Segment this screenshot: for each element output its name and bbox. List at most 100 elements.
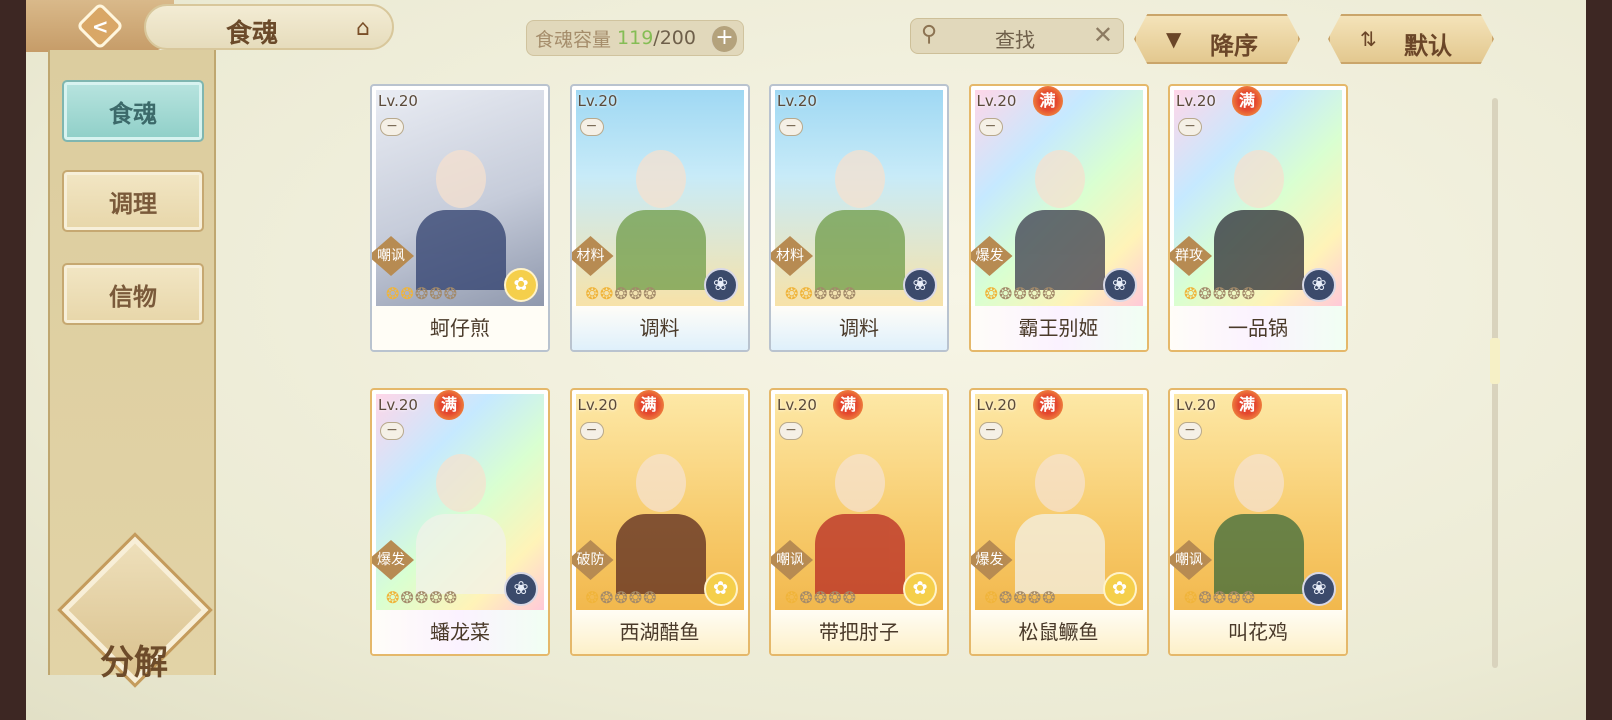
- triangle-down-icon: ▼: [1166, 27, 1182, 51]
- food-soul-card[interactable]: Lv.20 满 − 破防 ❂❂❂❂❂ ✿ 西湖醋鱼: [569, 388, 750, 656]
- element-icon: ❀: [703, 268, 738, 302]
- star-rating: ❂❂❂❂❂: [785, 284, 858, 303]
- search-input[interactable]: ⚲ 查找 ✕: [910, 18, 1124, 54]
- page-title: 食魂: [226, 19, 279, 49]
- character-portrait: [805, 120, 915, 290]
- card-level: Lv.20: [577, 92, 618, 110]
- element-icon: ❀: [504, 572, 538, 606]
- sort-order-label: 降序: [1210, 32, 1258, 60]
- remove-icon[interactable]: −: [380, 118, 404, 136]
- food-soul-card[interactable]: Lv.20 − 材料 ❂❂❂❂❂ ❀ 调料: [569, 84, 750, 352]
- back-arrow-icon: <: [75, 1, 125, 51]
- full-badge: 满: [833, 390, 863, 420]
- food-soul-card[interactable]: Lv.20 满 − 群攻 ❂❂❂❂❂ ❀ 一品锅: [1168, 84, 1348, 352]
- full-badge: 满: [434, 390, 464, 420]
- food-soul-card[interactable]: Lv.20 − 嘲讽 ❂❂❂❂❂ ✿ 蚵仔煎: [370, 84, 550, 352]
- remove-icon[interactable]: −: [978, 118, 1003, 136]
- card-level: Lv.20: [378, 396, 418, 414]
- sidebar-item-shihun[interactable]: 食魂: [62, 80, 204, 142]
- remove-icon[interactable]: −: [978, 422, 1003, 440]
- card-name: 蚵仔煎: [372, 306, 548, 350]
- card-level: Lv.20: [976, 92, 1017, 110]
- capacity-display: 食魂容量 119 / 200 +: [526, 20, 744, 56]
- card-name: 蟠龙菜: [372, 610, 548, 654]
- star-rating: ❂❂❂❂❂: [386, 284, 459, 303]
- full-badge: 满: [1232, 390, 1262, 420]
- character-portrait: [1005, 120, 1115, 290]
- element-icon: ❀: [903, 268, 937, 302]
- element-icon: ❀: [1102, 268, 1137, 302]
- element-icon: ❀: [1302, 572, 1336, 606]
- full-badge: 满: [1232, 86, 1262, 116]
- food-soul-card[interactable]: Lv.20 满 − 爆发 ❂❂❂❂❂ ✿ 松鼠鳜鱼: [968, 388, 1149, 656]
- search-placeholder: 查找: [995, 28, 1035, 52]
- element-icon: ✿: [504, 268, 538, 302]
- character-portrait: [1204, 424, 1314, 594]
- title-tab: 食魂 ⌂: [144, 4, 394, 50]
- character-portrait: [406, 424, 516, 594]
- decompose-label[interactable]: 分解: [94, 635, 174, 684]
- card-level: Lv.20: [378, 92, 418, 110]
- character-portrait: [606, 424, 716, 594]
- card-level: Lv.20: [1176, 396, 1216, 414]
- pagoda-icon[interactable]: ⌂: [356, 16, 370, 41]
- card-name: 松鼠鳜鱼: [970, 610, 1147, 654]
- sidebar-item-xinwu[interactable]: 信物: [62, 263, 204, 325]
- character-portrait: [805, 424, 915, 594]
- card-level: Lv.20: [1176, 92, 1216, 110]
- element-icon: ✿: [903, 572, 937, 606]
- sidebar: 食魂 调理 信物 分解: [48, 50, 216, 688]
- full-badge: 满: [1032, 86, 1063, 116]
- remove-icon[interactable]: −: [779, 422, 803, 440]
- magnifier-icon: ⚲: [921, 22, 938, 47]
- remove-icon[interactable]: −: [579, 422, 604, 440]
- capacity-max: 200: [659, 27, 696, 49]
- sort-mode-button[interactable]: ⇅ 默认: [1328, 14, 1494, 64]
- star-rating: ❂❂❂❂❂: [984, 588, 1057, 607]
- card-name: 调料: [771, 306, 947, 350]
- close-icon[interactable]: ✕: [1093, 21, 1113, 49]
- element-icon: ✿: [703, 572, 738, 606]
- sidebar-item-tiaoli[interactable]: 调理: [62, 170, 204, 232]
- sort-mode-label: 默认: [1404, 32, 1452, 60]
- scrollbar-thumb[interactable]: [1490, 338, 1500, 384]
- sort-order-button[interactable]: ▼ 降序: [1134, 14, 1300, 64]
- food-soul-card[interactable]: Lv.20 满 − 嘲讽 ❂❂❂❂❂ ❀ 叫花鸡: [1168, 388, 1348, 656]
- remove-icon[interactable]: −: [779, 118, 803, 136]
- sidebar-item-label: 调理: [109, 188, 157, 218]
- card-name: 叫花鸡: [1170, 610, 1346, 654]
- card-level: Lv.20: [777, 396, 817, 414]
- add-capacity-button[interactable]: +: [711, 26, 737, 52]
- card-level: Lv.20: [976, 396, 1017, 414]
- character-portrait: [1005, 424, 1115, 594]
- remove-icon[interactable]: −: [1178, 422, 1202, 440]
- star-rating: ❂❂❂❂❂: [585, 588, 658, 607]
- card-name: 带把肘子: [771, 610, 947, 654]
- remove-icon[interactable]: −: [579, 118, 604, 136]
- food-soul-card[interactable]: Lv.20 − 材料 ❂❂❂❂❂ ❀ 调料: [769, 84, 949, 352]
- character-portrait: [1204, 120, 1314, 290]
- star-rating: ❂❂❂❂❂: [984, 284, 1057, 303]
- capacity-count: 119: [617, 27, 654, 49]
- card-level: Lv.20: [577, 396, 618, 414]
- sidebar-item-label: 食魂: [109, 98, 157, 128]
- right-border: [1586, 0, 1612, 720]
- food-soul-card[interactable]: Lv.20 满 − 嘲讽 ❂❂❂❂❂ ✿ 带把肘子: [769, 388, 949, 656]
- star-rating: ❂❂❂❂❂: [785, 588, 858, 607]
- food-soul-card[interactable]: Lv.20 满 − 爆发 ❂❂❂❂❂ ❀ 霸王别姬: [968, 84, 1149, 352]
- full-badge: 满: [1032, 390, 1063, 420]
- card-name: 西湖醋鱼: [571, 610, 748, 654]
- character-portrait: [406, 120, 516, 290]
- game-screen: < 食魂 ⌂ 食魂容量 119 / 200 + ⚲ 查找 ✕ ▼ 降序 ⇅ 默认…: [26, 0, 1586, 720]
- food-soul-card[interactable]: Lv.20 满 − 爆发 ❂❂❂❂❂ ❀ 蟠龙菜: [370, 388, 550, 656]
- card-name: 一品锅: [1170, 306, 1346, 350]
- card-level: Lv.20: [777, 92, 817, 110]
- star-rating: ❂❂❂❂❂: [386, 588, 459, 607]
- remove-icon[interactable]: −: [1178, 118, 1202, 136]
- star-rating: ❂❂❂❂❂: [1184, 284, 1257, 303]
- element-icon: ✿: [1102, 572, 1137, 606]
- star-rating: ❂❂❂❂❂: [1184, 588, 1257, 607]
- sidebar-item-label: 信物: [109, 281, 157, 311]
- remove-icon[interactable]: −: [380, 422, 404, 440]
- card-name: 调料: [571, 306, 748, 350]
